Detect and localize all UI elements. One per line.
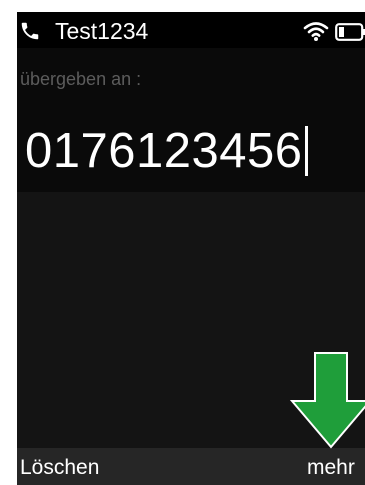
delete-softkey[interactable]: Löschen (20, 456, 99, 480)
text-cursor (304, 126, 308, 176)
status-title: Test1234 (55, 18, 149, 44)
status-bar: Test1234 (17, 12, 365, 48)
phone-icon (21, 22, 39, 40)
wifi-icon (303, 22, 329, 41)
down-arrow-icon (290, 352, 365, 449)
transfer-label: übergeben an : (20, 69, 142, 89)
dialed-number: 0176123456 (25, 124, 303, 178)
more-softkey[interactable]: mehr (307, 456, 355, 480)
number-input[interactable]: 0176123456 (25, 121, 308, 181)
transfer-entry: übergeben an : 0176123456 (17, 48, 365, 192)
battery-icon (335, 23, 365, 41)
softkey-bar: Löschen mehr (17, 448, 365, 485)
